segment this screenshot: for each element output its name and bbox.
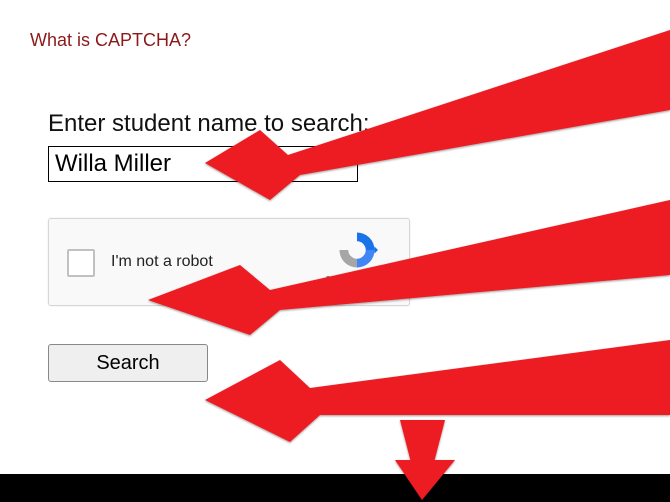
captcha-checkbox-label: I'm not a robot (111, 253, 213, 271)
recaptcha-brand-text: reCAPTCHA (317, 273, 397, 285)
recaptcha-legal-links: Privacy - Terms (317, 287, 397, 298)
search-button[interactable]: Search (48, 344, 208, 382)
footer-bar (0, 474, 670, 502)
annotation-arrow-icon (205, 340, 670, 442)
captcha-checkbox[interactable] (67, 249, 95, 277)
recaptcha-widget: I'm not a robot reCAPTCHA Privacy - Term… (48, 218, 410, 306)
student-name-label: Enter student name to search: (48, 110, 370, 138)
what-is-captcha-link[interactable]: What is CAPTCHA? (30, 30, 191, 51)
recaptcha-terms-link[interactable]: Terms (364, 287, 391, 298)
recaptcha-privacy-link[interactable]: Privacy (323, 287, 356, 298)
student-name-input[interactable] (48, 146, 358, 182)
recaptcha-logo-icon (317, 229, 397, 271)
